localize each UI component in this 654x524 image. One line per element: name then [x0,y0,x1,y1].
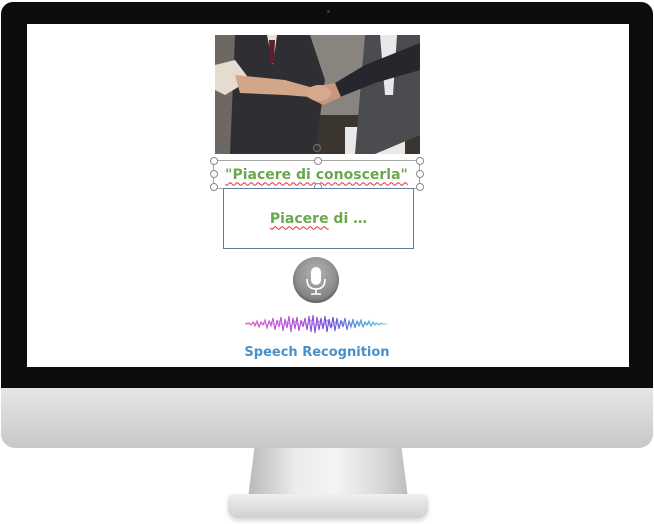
imac-monitor: "Piacere di conoscerla" Piacere di … Spe… [0,0,654,524]
resize-handle-top-left[interactable] [210,157,218,165]
webcam [327,10,330,13]
transcription-text-suffix: di … [328,210,368,227]
monitor-stand-base [228,494,428,518]
resize-handle-middle-left[interactable] [210,170,218,178]
microphone-icon [306,267,326,295]
monitor-chin [1,388,653,448]
handshake-photo-illustration [215,35,420,154]
transcription-result-box: Piacere di … [223,188,414,249]
speech-recognition-caption: Speech Recognition [244,345,390,360]
spoken-phrase-text: "Piacere di conoscerla" [225,166,408,183]
transcription-text: Piacere di … [270,211,367,227]
resize-handle-middle-right[interactable] [416,170,424,178]
monitor-stand-neck [248,448,408,498]
resize-handle-top-center[interactable] [314,157,322,165]
resize-handle-top-right[interactable] [416,157,424,165]
rotate-handle[interactable] [312,138,322,153]
rotate-arrow-icon [312,143,322,153]
audio-waveform-icon [245,314,387,334]
monitor-bezel: "Piacere di conoscerla" Piacere di … Spe… [1,2,653,390]
resize-handle-bottom-right[interactable] [416,183,424,191]
screen: "Piacere di conoscerla" Piacere di … Spe… [27,24,629,367]
resize-handle-bottom-left[interactable] [210,183,218,191]
handshake-photo [215,35,420,154]
transcription-text-prefix: Piacere [269,210,329,227]
microphone-button[interactable] [293,257,339,303]
